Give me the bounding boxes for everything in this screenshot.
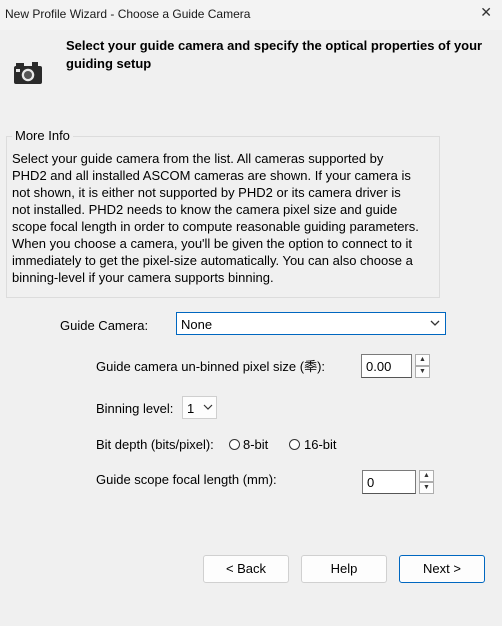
spin-up-icon[interactable]: ▲: [415, 354, 430, 366]
spin-down-icon[interactable]: ▼: [419, 482, 434, 494]
binning-level-select[interactable]: 1: [182, 396, 217, 419]
binning-level-label: Binning level:: [96, 401, 174, 416]
pixel-size-spinner[interactable]: ▲ ▼: [415, 354, 430, 379]
close-button[interactable]: ✕: [480, 4, 492, 21]
window-title: New Profile Wizard - Choose a Guide Came…: [5, 7, 251, 21]
spin-up-icon[interactable]: ▲: [419, 470, 434, 482]
focal-length-value: 0: [367, 475, 375, 490]
focal-length-spinner[interactable]: ▲ ▼: [419, 470, 434, 495]
help-button[interactable]: Help: [301, 555, 387, 583]
pixel-size-value: 0.00: [366, 359, 392, 374]
chevron-down-icon: [430, 320, 440, 326]
back-button[interactable]: < Back: [203, 555, 289, 583]
radio-16bit[interactable]: [289, 439, 300, 450]
radio-8bit-label[interactable]: 8-bit: [243, 437, 268, 452]
title-bar: New Profile Wizard - Choose a Guide Came…: [0, 0, 502, 30]
more-info-title: More Info: [12, 128, 73, 143]
pixel-size-input[interactable]: 0.00: [361, 354, 412, 378]
radio-8bit[interactable]: [229, 439, 240, 450]
chevron-down-icon: [203, 404, 213, 410]
camera-icon: [14, 62, 42, 84]
more-info-text: Select your guide camera from the list. …: [12, 151, 419, 285]
spin-down-icon[interactable]: ▼: [415, 366, 430, 378]
guide-camera-select[interactable]: None: [176, 312, 446, 335]
next-button[interactable]: Next >: [399, 555, 485, 583]
focal-length-label: Guide scope focal length (mm):: [96, 472, 277, 487]
guide-camera-label: Guide Camera:: [60, 318, 149, 333]
radio-16bit-label[interactable]: 16-bit: [304, 437, 337, 452]
header-instruction: Select your guide camera and specify the…: [66, 38, 483, 71]
binning-level-value: 1: [187, 401, 195, 416]
guide-camera-value: None: [181, 317, 213, 332]
bit-depth-label: Bit depth (bits/pixel):: [96, 437, 214, 452]
focal-length-input[interactable]: 0: [362, 470, 416, 494]
pixel-size-label: Guide camera un-binned pixel size (䄹):: [96, 359, 326, 374]
